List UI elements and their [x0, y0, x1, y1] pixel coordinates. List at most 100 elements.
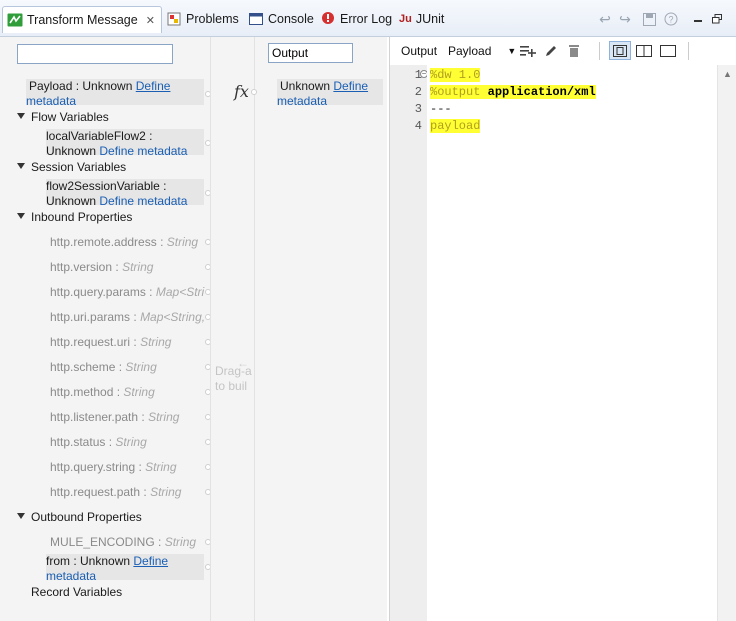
- inbound-property-type: String: [115, 435, 147, 449]
- input-search-field[interactable]: [17, 44, 173, 64]
- inbound-property-type: String: [122, 260, 154, 274]
- tab-console[interactable]: Console: [248, 8, 314, 30]
- type-separator: :: [145, 285, 156, 299]
- tab-junit-label: JUnit: [415, 12, 445, 26]
- inbound-property-type: String: [148, 410, 180, 424]
- tab-transform-message-label: Transform Message: [27, 13, 138, 27]
- inbound-property-row[interactable]: http.remote.address : String: [50, 235, 206, 249]
- output-tree-panel: Unknown Define metadata: [251, 37, 387, 621]
- code-payload: payload: [430, 119, 481, 133]
- tab-problems[interactable]: Problems: [166, 8, 239, 30]
- mapping-connector-area: fx ← Drag-a to buil: [210, 37, 254, 621]
- split-view-icon[interactable]: [633, 41, 655, 60]
- code-line: %output application/xml: [430, 85, 596, 99]
- type-separator: :: [113, 385, 124, 399]
- inbound-property-row[interactable]: http.method : String: [50, 385, 206, 399]
- code-output-directive: %output: [430, 85, 481, 99]
- flow-variable-row[interactable]: localVariableFlow2 : Unknown Define meta…: [46, 129, 204, 155]
- edit-pencil-icon[interactable]: [544, 43, 558, 59]
- outbound-from-label: from : Unknown: [46, 554, 131, 568]
- outbound-property-row[interactable]: MULE_ENCODING : String: [50, 535, 196, 549]
- inbound-property-row[interactable]: http.version : String: [50, 260, 206, 274]
- record-variables-header[interactable]: Record Variables: [31, 585, 122, 599]
- payload-label: Payload : Unknown: [29, 79, 133, 93]
- vertical-scrollbar[interactable]: ▲: [717, 65, 736, 621]
- flow-variable-type: Unknown: [46, 144, 97, 155]
- flow-variables-header[interactable]: Flow Variables: [31, 110, 109, 124]
- flow-variable-label: localVariableFlow2 :: [46, 129, 153, 143]
- inbound-property-type: String: [150, 485, 182, 499]
- line-number: 4: [414, 119, 422, 133]
- inbound-property-name: http.request.uri: [50, 335, 131, 349]
- add-output-icon[interactable]: [520, 43, 536, 59]
- expand-arrow-icon[interactable]: [17, 163, 25, 169]
- help-icon[interactable]: ?: [662, 10, 680, 28]
- editor-toolbar: Output Payload ▼: [390, 37, 736, 65]
- inbound-property-row[interactable]: http.query.string : String: [50, 460, 206, 474]
- session-variable-define-metadata-link[interactable]: Define metadata: [99, 194, 187, 205]
- inbound-property-row[interactable]: http.listener.path : String: [50, 410, 206, 424]
- session-variables-header[interactable]: Session Variables: [31, 160, 126, 174]
- code-separator: ---: [430, 102, 452, 116]
- code-line: ---: [430, 102, 452, 116]
- code-dw-version: %dw 1.0: [430, 68, 481, 82]
- output-label: Output: [401, 44, 438, 58]
- scroll-up-icon[interactable]: ▲: [723, 69, 732, 79]
- inbound-property-row[interactable]: http.status : String: [50, 435, 206, 449]
- outbound-from-row[interactable]: from : Unknown Define metadata: [46, 554, 204, 580]
- expand-arrow-icon[interactable]: [17, 213, 25, 219]
- inbound-property-type: String: [140, 335, 172, 349]
- output-root-label: Unknown: [280, 79, 331, 93]
- inbound-property-name: http.version: [50, 260, 113, 274]
- inbound-property-type: String: [123, 385, 155, 399]
- redo-icon[interactable]: ↪: [616, 10, 634, 28]
- input-tree-panel: Payload : Unknown Define metadata Flow V…: [0, 37, 211, 621]
- tab-junit[interactable]: Ju JUnit: [399, 8, 444, 30]
- fx-function-icon[interactable]: fx: [234, 82, 249, 101]
- inbound-property-name: http.query.string: [50, 460, 136, 474]
- code-editor[interactable]: %dw 1.0 %output application/xml --- payl…: [427, 65, 717, 621]
- svg-text:?: ?: [668, 15, 673, 25]
- expand-arrow-icon[interactable]: [17, 113, 25, 119]
- output-root-row[interactable]: Unknown Define metadata: [277, 79, 383, 105]
- source-only-view-icon[interactable]: [609, 41, 631, 60]
- outbound-property-type: String: [164, 535, 197, 549]
- view-tab-bar: Transform Message ✕ Problems Console Err…: [0, 0, 736, 37]
- close-icon[interactable]: ✕: [146, 14, 155, 27]
- minimize-icon[interactable]: [689, 10, 707, 28]
- drag-hint: ← Drag-a to buil: [215, 356, 252, 393]
- type-separator: :: [115, 360, 126, 374]
- inbound-property-type: String: [145, 460, 177, 474]
- session-variable-row[interactable]: flow2SessionVariable : Unknown Define me…: [46, 179, 204, 205]
- inbound-property-type: String: [125, 360, 157, 374]
- output-target-value: Payload: [448, 44, 492, 58]
- code-line: payload: [430, 119, 481, 133]
- output-search-field[interactable]: [268, 43, 353, 63]
- tab-error-log[interactable]: Error Log: [320, 8, 392, 30]
- save-icon[interactable]: [640, 10, 658, 28]
- outbound-property-name: MULE_ENCODING: [50, 535, 155, 549]
- drag-hint-line-1: Drag-a: [215, 364, 252, 378]
- inbound-property-row[interactable]: http.query.params : Map<Stri: [50, 285, 206, 299]
- delete-trash-icon[interactable]: [568, 43, 580, 59]
- flow-variable-define-metadata-link[interactable]: Define metadata: [99, 144, 187, 155]
- output-target-dropdown[interactable]: Payload ▼: [448, 43, 516, 59]
- inbound-properties-header[interactable]: Inbound Properties: [31, 210, 132, 224]
- inbound-property-row[interactable]: http.request.path : String: [50, 485, 206, 499]
- tab-transform-message[interactable]: Transform Message ✕: [2, 6, 162, 33]
- inbound-property-name: http.request.path: [50, 485, 141, 499]
- inbound-property-row[interactable]: http.uri.params : Map<String,: [50, 310, 206, 324]
- payload-row[interactable]: Payload : Unknown Define metadata: [26, 79, 204, 105]
- drag-hint-line-2: to buil: [215, 379, 248, 393]
- line-number: 2: [414, 85, 422, 99]
- undo-icon[interactable]: ↩: [596, 10, 614, 28]
- outbound-properties-header[interactable]: Outbound Properties: [31, 510, 142, 524]
- mapping-port[interactable]: [251, 89, 257, 95]
- inbound-property-row[interactable]: http.request.uri : String: [50, 335, 206, 349]
- inbound-property-row[interactable]: http.scheme : String: [50, 360, 206, 374]
- expand-arrow-icon[interactable]: [17, 513, 25, 519]
- preview-view-icon[interactable]: [657, 41, 679, 60]
- line-number: 3: [414, 102, 422, 116]
- restore-icon[interactable]: [708, 10, 726, 28]
- console-icon: [248, 11, 264, 27]
